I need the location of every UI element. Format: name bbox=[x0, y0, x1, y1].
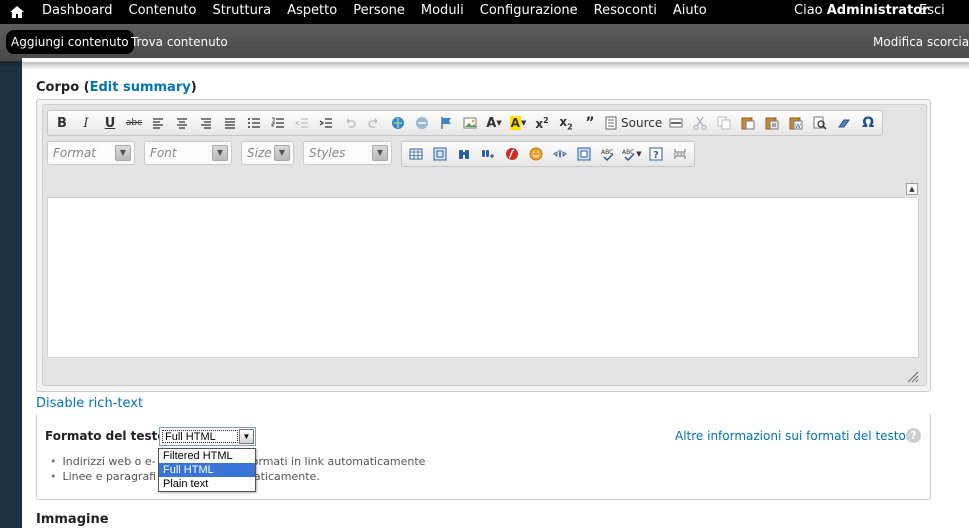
source-button[interactable]: Source bbox=[604, 113, 662, 133]
menu-item-aiuto[interactable]: Aiuto bbox=[673, 0, 707, 24]
menu-item-aspetto[interactable]: Aspetto bbox=[287, 0, 337, 24]
collapse-toolbar-button[interactable]: ▲ bbox=[906, 183, 918, 195]
greeting-text: Ciao bbox=[794, 3, 823, 18]
menu-item-resoconti[interactable]: Resoconti bbox=[594, 0, 657, 24]
menu-item-contenuto[interactable]: Contenuto bbox=[129, 0, 197, 24]
paste-text-icon[interactable] bbox=[762, 113, 782, 133]
chevron-down-icon: ▼ bbox=[115, 145, 131, 161]
styles-combo[interactable]: Styles ▼ bbox=[303, 141, 392, 165]
source-label: Source bbox=[621, 116, 663, 130]
indent-icon[interactable] bbox=[316, 113, 336, 133]
italic-icon[interactable]: I bbox=[76, 113, 96, 133]
home-icon[interactable] bbox=[9, 4, 25, 20]
editor-toolbar-group: B I U abc A ▼ A ▼ x2 x2 ” Source W Ω bbox=[47, 110, 884, 136]
remove-format-icon[interactable] bbox=[834, 113, 854, 133]
user-greeting: Ciao Administrator bbox=[794, 0, 929, 22]
find-icon[interactable] bbox=[810, 113, 830, 133]
iframe-icon[interactable] bbox=[574, 144, 594, 164]
editor-toolbar-row-2: Format ▼ Font ▼ Size ▼ Styles ▼ ABC ABC ▼ ? bbox=[47, 141, 695, 167]
editor-toolbar-group-2: ABC ABC ▼ ? bbox=[401, 141, 695, 167]
menu-item-dashboard[interactable]: Dashboard bbox=[42, 0, 113, 24]
undo-icon[interactable] bbox=[340, 113, 360, 133]
chevron-down-icon: ▼ bbox=[274, 145, 290, 161]
redo-icon[interactable] bbox=[364, 113, 384, 133]
subscript-icon[interactable]: x2 bbox=[556, 113, 576, 133]
menu-item-configurazione[interactable]: Configurazione bbox=[480, 0, 578, 24]
image-field-label: Immagine bbox=[36, 512, 109, 527]
strikethrough-icon[interactable]: abc bbox=[124, 113, 144, 133]
chevron-down-icon[interactable]: ▼ bbox=[239, 429, 254, 444]
text-color-icon[interactable]: A ▼ bbox=[484, 113, 504, 133]
find-binoculars-icon[interactable] bbox=[454, 144, 474, 164]
special-char-icon[interactable]: Ω bbox=[858, 113, 878, 133]
admin-toolbar: Dashboard Contenuto Struttura Aspetto Pe… bbox=[0, 0, 969, 24]
font-combo[interactable]: Font ▼ bbox=[144, 141, 232, 165]
chevron-down-icon: ▼ bbox=[372, 145, 388, 161]
format-combo[interactable]: Format ▼ bbox=[47, 141, 135, 165]
underline-icon[interactable]: U bbox=[100, 113, 120, 133]
horizontal-rule-icon[interactable] bbox=[666, 113, 686, 133]
resize-handle-icon[interactable] bbox=[906, 370, 919, 383]
blockquote-icon[interactable]: ” bbox=[580, 113, 600, 133]
editor-toolbar-row-1: B I U abc A ▼ A ▼ x2 x2 ” Source W Ω bbox=[47, 110, 884, 136]
edit-shortcuts-link[interactable]: Modifica scorciato bbox=[873, 30, 969, 54]
svg-text:W: W bbox=[795, 123, 801, 130]
format-option-full-html[interactable]: Full HTML bbox=[159, 463, 255, 477]
justify-icon[interactable] bbox=[220, 113, 240, 133]
menu-item-persone[interactable]: Persone bbox=[353, 0, 405, 24]
about-icon[interactable]: ? bbox=[646, 144, 666, 164]
table-icon[interactable] bbox=[406, 144, 426, 164]
more-info-link[interactable]: Altre informazioni sui formati del testo bbox=[675, 429, 906, 443]
format-option-plain-text[interactable]: Plain text bbox=[159, 477, 255, 491]
link-icon[interactable] bbox=[388, 113, 408, 133]
text-format-select[interactable]: Full HTML ▼ bbox=[159, 427, 256, 446]
flash-icon[interactable] bbox=[502, 144, 522, 164]
image-icon[interactable] bbox=[460, 113, 480, 133]
background-color-icon[interactable]: A ▼ bbox=[508, 113, 528, 133]
paste-icon[interactable] bbox=[738, 113, 758, 133]
toolbar-shadow bbox=[0, 62, 969, 70]
menu-item-moduli[interactable]: Moduli bbox=[421, 0, 464, 24]
cut-icon[interactable] bbox=[690, 113, 710, 133]
bulleted-list-icon[interactable] bbox=[244, 113, 264, 133]
maximize-icon[interactable] bbox=[430, 144, 450, 164]
help-icon[interactable]: ? bbox=[906, 428, 921, 443]
replace-icon[interactable] bbox=[478, 144, 498, 164]
superscript-icon[interactable]: x2 bbox=[532, 113, 552, 133]
disable-rich-text-link[interactable]: Disable rich-text bbox=[36, 396, 143, 411]
bold-icon[interactable]: B bbox=[52, 113, 72, 133]
align-right-icon[interactable] bbox=[196, 113, 216, 133]
chevron-down-icon: ▼ bbox=[212, 145, 228, 161]
edit-summary-link[interactable]: Edit summary bbox=[90, 80, 191, 95]
text-format-selected-value: Full HTML bbox=[162, 430, 238, 443]
size-combo[interactable]: Size ▼ bbox=[241, 141, 294, 165]
admin-menu: Dashboard Contenuto Struttura Aspetto Pe… bbox=[42, 0, 723, 24]
editor-content-area[interactable] bbox=[47, 197, 919, 358]
spellcheck-icon[interactable]: ABC bbox=[598, 144, 618, 164]
smiley-icon[interactable] bbox=[526, 144, 546, 164]
logout-link[interactable]: Esci bbox=[919, 0, 945, 22]
align-center-icon[interactable] bbox=[172, 113, 192, 133]
show-blocks-icon[interactable] bbox=[550, 144, 570, 164]
numbered-list-icon[interactable] bbox=[268, 113, 288, 133]
menu-item-struttura[interactable]: Struttura bbox=[212, 0, 271, 24]
scayt-icon[interactable]: ABC ▼ bbox=[622, 144, 642, 164]
outdent-icon[interactable] bbox=[292, 113, 312, 133]
body-field-label: Corpo (Edit summary) bbox=[36, 80, 197, 95]
align-left-icon[interactable] bbox=[148, 113, 168, 133]
copy-icon[interactable] bbox=[714, 113, 734, 133]
username-link[interactable]: Administrator bbox=[827, 3, 929, 18]
anchor-icon[interactable] bbox=[436, 113, 456, 133]
paste-word-icon[interactable]: W bbox=[786, 113, 806, 133]
svg-text:?: ? bbox=[653, 150, 659, 161]
text-format-label: Formato del testo bbox=[45, 429, 166, 443]
format-option-filtered-html[interactable]: Filtered HTML bbox=[159, 449, 255, 463]
shortcut-find-content[interactable]: Trova contenuto bbox=[131, 30, 228, 54]
text-format-dropdown: Filtered HTML Full HTML Plain text bbox=[158, 448, 256, 492]
page-break-icon[interactable] bbox=[670, 144, 690, 164]
shortcut-bar: Aggiungi contenuto Trova contenuto Modif… bbox=[0, 24, 969, 62]
shortcut-add-content[interactable]: Aggiungi contenuto bbox=[6, 30, 134, 54]
unlink-icon[interactable] bbox=[412, 113, 432, 133]
